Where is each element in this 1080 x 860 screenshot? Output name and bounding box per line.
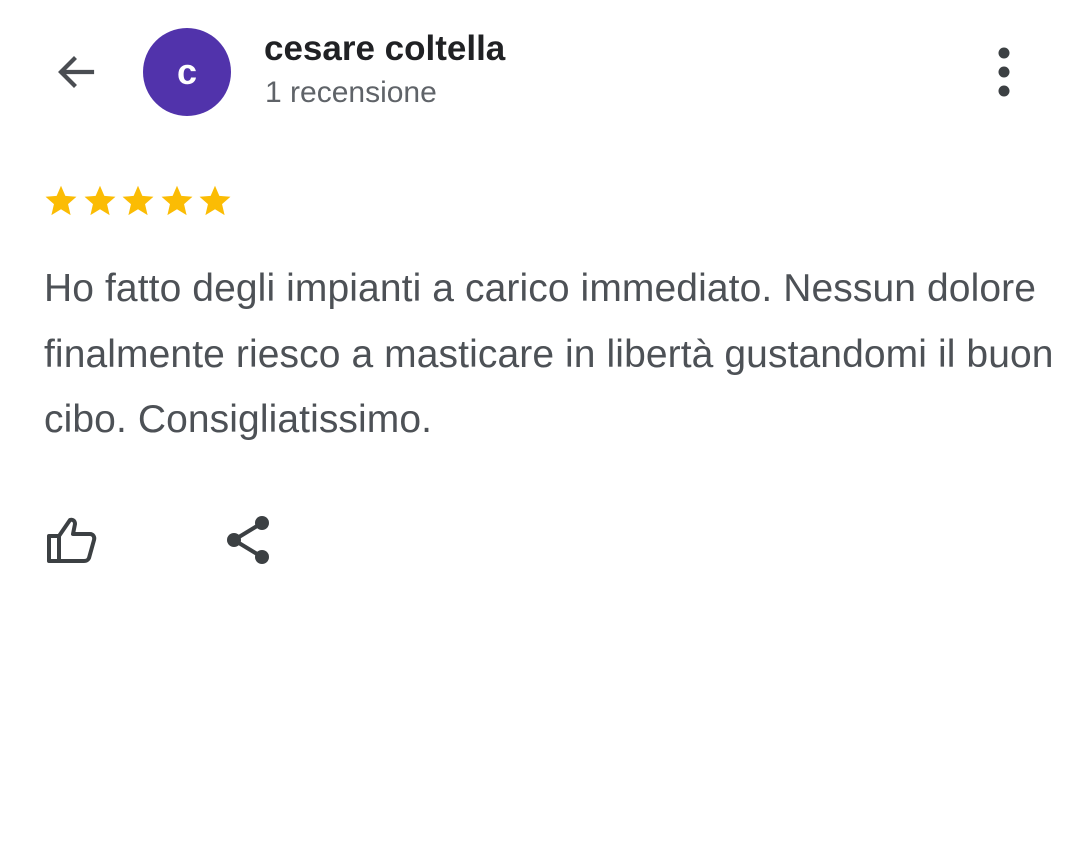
author-name[interactable]: cesare coltella xyxy=(264,28,505,70)
review-text: Ho fatto degli impianti a carico immedia… xyxy=(44,267,1054,441)
star-icon xyxy=(42,182,81,220)
star-icon xyxy=(158,182,197,220)
review-header: c cesare coltella 1 recensione xyxy=(0,0,1080,140)
star-rating xyxy=(42,182,235,220)
thumb-up-icon xyxy=(47,517,97,563)
share-icon xyxy=(227,516,269,564)
arrow-back-icon xyxy=(58,56,95,88)
star-icon xyxy=(119,182,158,220)
share-button[interactable] xyxy=(208,502,288,578)
back-button[interactable] xyxy=(40,36,112,108)
review-actions xyxy=(0,500,1080,580)
like-button[interactable] xyxy=(32,502,112,578)
star-icon xyxy=(196,182,235,220)
avatar[interactable]: c xyxy=(143,28,231,116)
avatar-letter: c xyxy=(176,51,198,92)
star-icon xyxy=(81,182,120,220)
more-vertical-icon xyxy=(998,47,1010,97)
review-count: 1 recensione xyxy=(265,76,437,109)
more-options-button[interactable] xyxy=(968,36,1040,108)
